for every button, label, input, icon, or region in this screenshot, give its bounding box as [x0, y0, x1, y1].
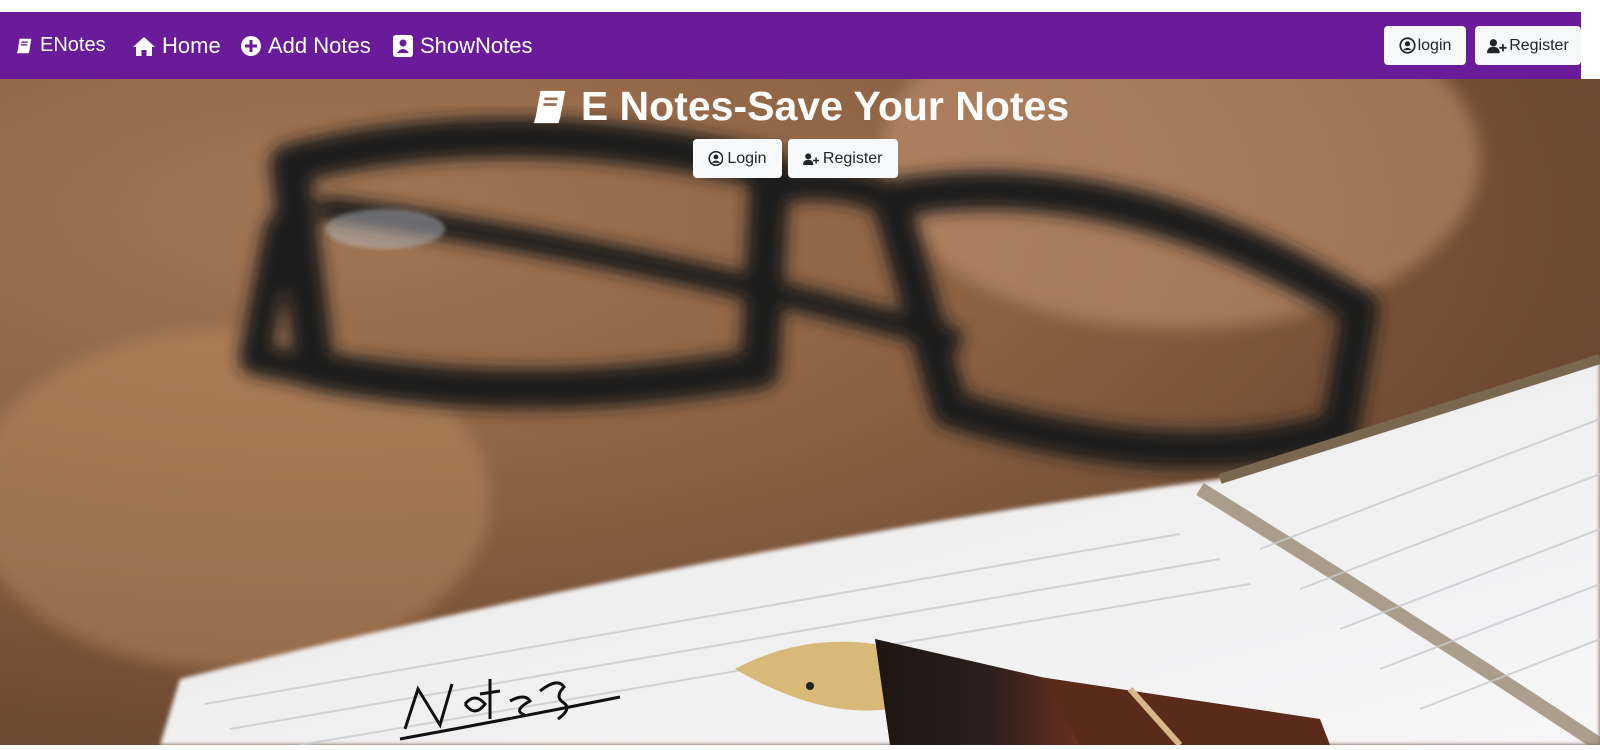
nav-home-label: Home	[162, 32, 221, 58]
nav-show-notes-label: ShowNotes	[420, 32, 533, 58]
user-plus-icon	[1487, 38, 1507, 53]
user-circle-icon	[1399, 37, 1416, 54]
hero-register-label: Register	[822, 149, 883, 167]
nav-add-notes[interactable]: Add Notes	[240, 12, 371, 79]
book-icon	[16, 38, 32, 53]
hero-login-button[interactable]: Login	[692, 139, 782, 178]
hero-buttons: Login Register	[0, 139, 1600, 178]
nav-register-label: Register	[1509, 36, 1569, 54]
hero-section: E Notes-Save Your Notes Login Register	[0, 79, 1600, 745]
home-icon	[133, 36, 155, 56]
user-circle-icon	[707, 150, 723, 167]
address-book-icon	[393, 34, 413, 57]
nav-login-label: login	[1417, 36, 1452, 54]
hero-background-image	[0, 79, 1600, 745]
plus-circle-icon	[241, 35, 261, 56]
user-plus-icon	[802, 152, 819, 165]
hero-login-label: Login	[727, 149, 767, 167]
nav-add-notes-label: Add Notes	[268, 32, 371, 58]
nav-register-button[interactable]: Register	[1475, 26, 1581, 65]
navbar: ENotes Home Add Notes ShowNotes login Re…	[0, 12, 1581, 79]
book-icon	[533, 90, 566, 124]
nav-show-notes[interactable]: ShowNotes	[392, 12, 533, 79]
nav-login-button[interactable]: login	[1384, 26, 1466, 65]
hero-title-text: E Notes-Save Your Notes	[580, 83, 1070, 129]
hero-title: E Notes-Save Your Notes	[0, 79, 1600, 133]
hero-register-button[interactable]: Register	[787, 139, 898, 178]
brand-link[interactable]: ENotes	[16, 12, 106, 79]
brand-label: ENotes	[40, 34, 106, 56]
nav-home[interactable]: Home	[132, 12, 221, 79]
